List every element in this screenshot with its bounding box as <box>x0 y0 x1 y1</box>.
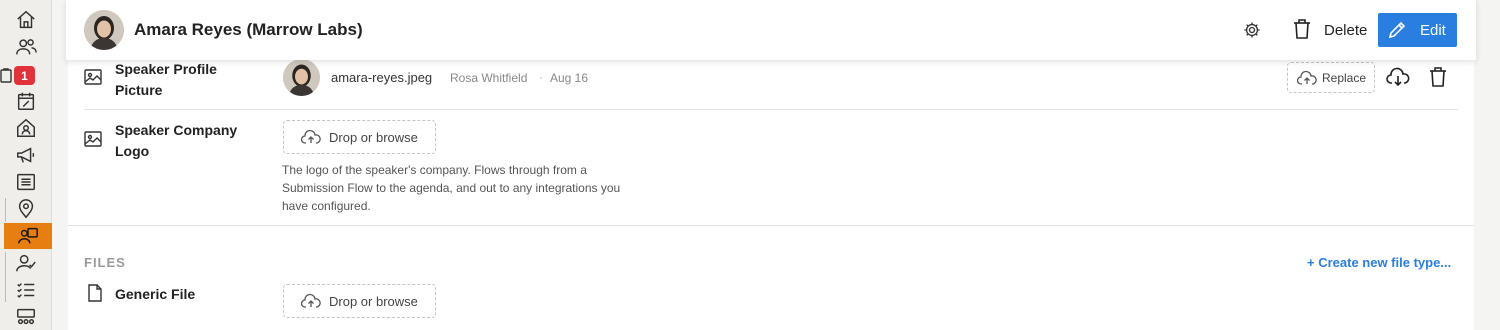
edit-button[interactable]: Edit <box>1378 13 1457 47</box>
page-title: Amara Reyes (Marrow Labs) <box>134 20 363 39</box>
people-icon[interactable] <box>0 34 52 60</box>
tasks-badge[interactable]: 1 <box>14 66 35 85</box>
replace-button[interactable]: Replace <box>1287 62 1375 93</box>
files-section-title: FILES <box>84 255 126 270</box>
location-icon[interactable] <box>0 196 52 222</box>
checklist-icon[interactable] <box>0 277 52 303</box>
list-icon[interactable] <box>0 169 52 195</box>
venue-icon[interactable] <box>0 115 52 141</box>
dropzone-label: Drop or browse <box>329 293 418 309</box>
seating-icon[interactable] <box>0 304 52 330</box>
field-label-generic-file: Generic File <box>115 286 196 302</box>
image-icon <box>84 68 102 86</box>
avatar <box>84 10 124 50</box>
company-logo-dropzone[interactable]: Drop or browse <box>283 120 436 154</box>
file-name[interactable]: amara-reyes.jpeg <box>331 70 432 85</box>
field-label-company-logo: Speaker Company Logo <box>115 122 238 159</box>
clipboard-icon[interactable] <box>0 68 12 83</box>
upload-date: Aug 16 <box>550 71 589 85</box>
megaphone-icon[interactable] <box>0 142 52 168</box>
trash-icon[interactable] <box>1428 66 1448 88</box>
cloud-download-icon[interactable] <box>1386 66 1410 88</box>
sidebar: 1 <box>0 0 52 330</box>
replace-button-label: Replace <box>1322 70 1367 85</box>
dropzone-label: Drop or browse <box>329 129 418 145</box>
meta-separator: · <box>539 70 543 84</box>
file-icon <box>86 284 104 302</box>
delete-button[interactable]: Delete <box>1324 22 1367 39</box>
image-icon <box>84 130 102 148</box>
trash-icon[interactable] <box>1292 18 1312 40</box>
section-divider <box>68 225 1474 226</box>
field-label-profile-picture: Speaker Profile Picture <box>115 61 217 98</box>
cloud-upload-icon <box>301 129 321 144</box>
home-icon[interactable] <box>0 7 52 33</box>
row-divider <box>84 109 1458 110</box>
uploader-name: Rosa Whitfield <box>450 71 528 85</box>
edit-button-label: Edit <box>1420 21 1446 39</box>
gear-icon[interactable] <box>1242 20 1262 40</box>
pencil-icon <box>1388 21 1406 39</box>
cloud-upload-icon <box>1297 70 1317 85</box>
generic-file-dropzone[interactable]: Drop or browse <box>283 284 436 318</box>
create-file-type-link[interactable]: + Create new file type... <box>1307 255 1451 270</box>
cloud-upload-icon <box>301 293 321 308</box>
field-help-text: The logo of the speaker's company. Flows… <box>282 163 621 213</box>
speakers-icon[interactable] <box>4 223 52 249</box>
record-header: Amara Reyes (Marrow Labs) Delete Edit <box>66 0 1476 60</box>
attendee-check-icon[interactable] <box>0 250 52 276</box>
profile-picture-thumbnail[interactable] <box>283 59 320 96</box>
calendar-edit-icon[interactable] <box>0 88 52 114</box>
